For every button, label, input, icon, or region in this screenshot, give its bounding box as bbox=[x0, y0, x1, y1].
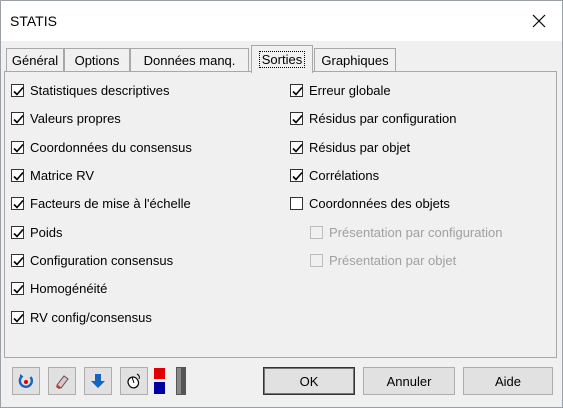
checkbox[interactable] bbox=[11, 253, 24, 267]
option-residus-objet[interactable]: Résidus par objet bbox=[290, 138, 410, 156]
down-arrow-icon bbox=[91, 374, 105, 388]
tab-sorties[interactable]: Sorties bbox=[251, 45, 313, 73]
checkbox-disabled bbox=[310, 253, 323, 267]
option-label: Facteurs de mise à l'échelle bbox=[30, 195, 191, 211]
option-label: Configuration consensus bbox=[30, 252, 174, 268]
option-label: Erreur globale bbox=[309, 82, 391, 98]
move-down-button[interactable] bbox=[84, 367, 112, 395]
option-configuration-consensus[interactable]: Configuration consensus bbox=[11, 251, 173, 269]
option-presentation-configuration: Présentation par configuration bbox=[310, 223, 502, 241]
select-button[interactable] bbox=[120, 367, 148, 395]
close-icon bbox=[532, 14, 546, 28]
checkbox[interactable] bbox=[11, 168, 24, 182]
checkbox[interactable] bbox=[11, 140, 24, 154]
checkbox[interactable] bbox=[11, 196, 24, 210]
checkbox[interactable] bbox=[11, 83, 24, 97]
help-button[interactable]: Aide bbox=[463, 367, 553, 395]
check-icon bbox=[292, 171, 303, 181]
ok-button[interactable]: OK bbox=[263, 367, 355, 395]
option-label: Homogénéité bbox=[30, 280, 108, 296]
check-icon bbox=[13, 313, 24, 323]
option-label: Corrélations bbox=[309, 167, 380, 183]
checkbox[interactable] bbox=[11, 310, 24, 324]
eraser-icon bbox=[56, 375, 69, 389]
checkbox-disabled bbox=[310, 225, 323, 239]
tab-donnees-manq[interactable]: Données manq. bbox=[130, 48, 249, 72]
check-icon bbox=[13, 256, 24, 266]
option-label: RV config/consensus bbox=[30, 309, 152, 325]
check-icon bbox=[13, 284, 24, 294]
tab-options[interactable]: Options bbox=[64, 48, 130, 72]
outputs-panel: Statistiques descriptives Valeurs propre… bbox=[4, 71, 557, 358]
option-facteurs-mise-echelle[interactable]: Facteurs de mise à l'échelle bbox=[11, 194, 191, 212]
option-label: Présentation par objet bbox=[329, 252, 457, 268]
option-label: Statistiques descriptives bbox=[30, 82, 170, 98]
checkbox[interactable] bbox=[290, 111, 303, 125]
check-icon bbox=[292, 114, 303, 124]
title-bar: STATIS bbox=[1, 1, 562, 41]
statis-dialog: STATIS Général Options Données manq. Sor… bbox=[0, 0, 563, 408]
option-label: Poids bbox=[30, 224, 63, 240]
check-icon bbox=[13, 171, 24, 181]
option-label: Résidus par configuration bbox=[309, 110, 457, 126]
tab-bar: Général Options Données manq. Sorties Gr… bbox=[1, 45, 562, 73]
option-correlations[interactable]: Corrélations bbox=[290, 166, 379, 184]
checkbox[interactable] bbox=[11, 225, 24, 239]
checkbox[interactable] bbox=[290, 196, 303, 210]
cancel-button[interactable]: Annuler bbox=[363, 367, 455, 395]
option-statistiques-descriptives[interactable]: Statistiques descriptives bbox=[11, 81, 169, 99]
option-label: Présentation par configuration bbox=[329, 224, 503, 240]
check-icon bbox=[13, 86, 24, 96]
option-coordonnees-consensus[interactable]: Coordonnées du consensus bbox=[11, 138, 192, 156]
clear-button[interactable] bbox=[48, 367, 76, 395]
checkbox[interactable] bbox=[11, 111, 24, 125]
reset-button[interactable] bbox=[12, 367, 40, 395]
option-presentation-objet: Présentation par objet bbox=[310, 251, 456, 269]
option-label: Coordonnées du consensus bbox=[30, 139, 192, 155]
option-label: Coordonnées des objets bbox=[309, 195, 450, 211]
option-residus-configuration[interactable]: Résidus par configuration bbox=[290, 109, 456, 127]
option-valeurs-propres[interactable]: Valeurs propres bbox=[11, 109, 121, 127]
check-icon bbox=[13, 143, 24, 153]
option-poids[interactable]: Poids bbox=[11, 223, 63, 241]
check-icon bbox=[292, 86, 303, 96]
option-rv-config-consensus[interactable]: RV config/consensus bbox=[11, 308, 152, 326]
tab-general[interactable]: Général bbox=[6, 48, 64, 72]
checkbox[interactable] bbox=[290, 140, 303, 154]
reset-icon bbox=[18, 374, 34, 388]
check-icon bbox=[13, 114, 24, 124]
option-erreur-globale[interactable]: Erreur globale bbox=[290, 81, 391, 99]
option-matrice-rv[interactable]: Matrice RV bbox=[11, 166, 94, 184]
checkbox[interactable] bbox=[290, 83, 303, 97]
option-label: Résidus par objet bbox=[309, 139, 411, 155]
option-label: Matrice RV bbox=[30, 167, 95, 183]
tab-graphiques[interactable]: Graphiques bbox=[314, 48, 396, 72]
option-label: Valeurs propres bbox=[30, 110, 121, 126]
checkbox[interactable] bbox=[11, 281, 24, 295]
color-toggle-button[interactable] bbox=[152, 367, 188, 395]
mouse-icon bbox=[127, 373, 140, 389]
check-icon bbox=[13, 199, 24, 209]
option-homogeneite[interactable]: Homogénéité bbox=[11, 279, 107, 297]
checkbox[interactable] bbox=[290, 168, 303, 182]
check-icon bbox=[292, 143, 303, 153]
close-button[interactable] bbox=[516, 1, 562, 41]
color-toggle-icon bbox=[154, 367, 186, 395]
option-coordonnees-objets[interactable]: Coordonnées des objets bbox=[290, 194, 450, 212]
bottom-toolbar: OK Annuler Aide bbox=[1, 361, 562, 407]
check-icon bbox=[13, 228, 24, 238]
window-title: STATIS bbox=[10, 13, 57, 29]
